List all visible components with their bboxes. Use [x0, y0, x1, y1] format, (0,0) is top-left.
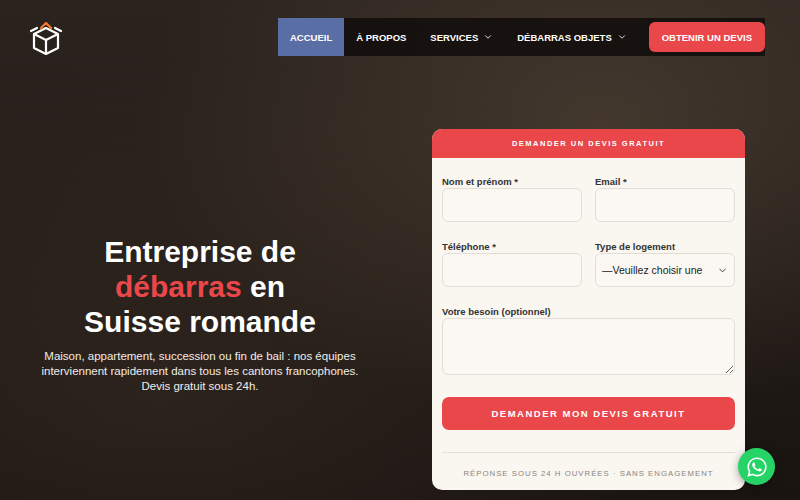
main-nav: ACCUEILÀ PROPOSSERVICESDÉBARRAS OBJETS OB…	[278, 18, 765, 56]
whatsapp-button[interactable]	[738, 448, 775, 485]
quote-cta-button[interactable]: OBTENIR UN DEVIS	[649, 22, 765, 52]
field-label: Téléphone *	[442, 241, 582, 253]
form-field: Email *	[595, 176, 735, 222]
select-value: —Veuillez choisir une	[602, 264, 702, 276]
hero-description: Maison, appartement, succession ou fin d…	[38, 349, 363, 394]
text-input[interactable]	[442, 253, 582, 287]
chevron-down-icon	[717, 265, 728, 276]
logo-box-icon[interactable]	[28, 22, 64, 56]
text-input[interactable]	[595, 188, 735, 222]
hero-text: Entreprise dedébarras enSuisse romande Ma…	[0, 226, 400, 394]
form-field: Type de logement —Veuillez choisir une	[595, 241, 735, 287]
hero: Entreprise dedébarras enSuisse romande Ma…	[0, 56, 800, 490]
form-note: RÉPONSE SOUS 24 H OUVRÉES · SANS ENGAGEM…	[442, 469, 735, 478]
whatsapp-icon	[746, 456, 768, 478]
text-input[interactable]	[442, 188, 582, 222]
form-field: Nom et prénom *	[442, 176, 582, 222]
divider	[442, 452, 735, 453]
form-title: DEMANDER UN DEVIS GRATUIT	[432, 129, 745, 158]
chevron-down-icon	[483, 32, 493, 42]
form-field: Votre besoin (optionnel)	[442, 306, 735, 375]
nav-item[interactable]: À PROPOS	[344, 18, 418, 56]
submit-button[interactable]: DEMANDER MON DEVIS GRATUIT	[442, 397, 735, 430]
hero-title: Entreprise dedébarras enSuisse romande	[84, 234, 316, 339]
site-header: ACCUEILÀ PROPOSSERVICESDÉBARRAS OBJETS OB…	[0, 0, 800, 56]
nav-item[interactable]: ACCUEIL	[278, 18, 344, 56]
textarea-input[interactable]	[442, 318, 735, 375]
nav-item[interactable]: DÉBARRAS OBJETS	[505, 18, 639, 56]
field-label: Email *	[595, 176, 735, 188]
nav-item[interactable]: SERVICES	[418, 18, 505, 56]
select-input[interactable]: —Veuillez choisir une	[595, 253, 735, 287]
quote-form-card: DEMANDER UN DEVIS GRATUIT Nom et prénom *…	[432, 129, 745, 490]
field-label: Type de logement	[595, 241, 735, 253]
form-field: Téléphone *	[442, 241, 582, 287]
field-label: Votre besoin (optionnel)	[442, 306, 735, 318]
background-photo: ACCUEILÀ PROPOSSERVICESDÉBARRAS OBJETS OB…	[0, 0, 800, 500]
chevron-down-icon	[617, 32, 627, 42]
field-label: Nom et prénom *	[442, 176, 582, 188]
